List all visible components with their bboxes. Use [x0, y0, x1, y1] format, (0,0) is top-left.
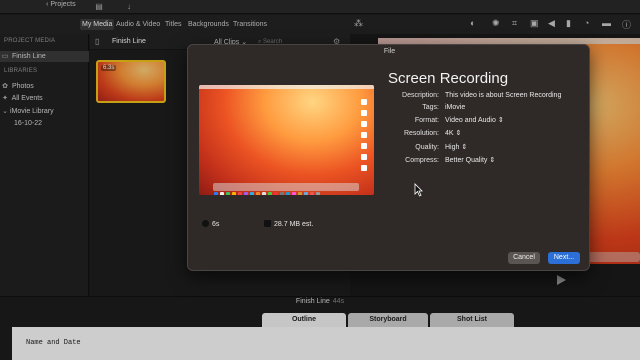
- duration-value: 6s: [212, 221, 220, 228]
- tags-row: Tags: iMovie: [388, 102, 588, 114]
- format-row: Format: Video and Audio ⇕: [388, 115, 588, 127]
- description-field[interactable]: This video is about Screen Recording: [445, 90, 561, 102]
- quality-row: Quality: High ⇕: [388, 142, 588, 154]
- imovie-window: ‹ Projects ▤ ↓ My Media Audio & Video Tit…: [0, 0, 640, 360]
- preview-sidebar-icons: [361, 99, 369, 179]
- preview-menubar: [199, 85, 374, 89]
- export-preview-thumbnail: [199, 85, 374, 195]
- compress-row: Compress: Better Quality ⇕: [388, 155, 588, 167]
- resolution-value: 4K: [445, 130, 454, 137]
- resolution-select[interactable]: 4K ⇕: [445, 128, 461, 140]
- compress-select[interactable]: Better Quality ⇕: [445, 155, 495, 167]
- duration-stat: 6s: [202, 220, 219, 228]
- stepper-chevron-icon: ⇕: [497, 117, 504, 124]
- size-stat: 28.7 MB est.: [264, 220, 313, 228]
- compress-value: Better Quality: [445, 157, 488, 164]
- dialog-heading: Screen Recording: [388, 70, 509, 87]
- compress-label: Compress:: [405, 157, 439, 164]
- description-label: Description:: [402, 92, 439, 99]
- resolution-label: Resolution:: [403, 130, 439, 137]
- resolution-row: Resolution: 4K ⇕: [388, 128, 588, 140]
- file-icon: [264, 220, 271, 227]
- mouse-pointer-icon: [414, 183, 423, 197]
- quality-select[interactable]: High ⇕: [445, 142, 467, 154]
- description-row: Description: This video is about Screen …: [388, 90, 588, 102]
- cancel-button[interactable]: Cancel: [508, 252, 540, 264]
- next-button[interactable]: Next...: [548, 252, 580, 264]
- clock-icon: [202, 220, 209, 227]
- preview-dock: [213, 183, 359, 195]
- export-dialog: File Screen Recording Description: This …: [187, 44, 590, 271]
- tags-label: Tags:: [422, 104, 439, 111]
- quality-label: Quality:: [415, 144, 439, 151]
- stepper-chevron-icon: ⇕: [461, 144, 468, 151]
- format-select[interactable]: Video and Audio ⇕: [445, 115, 504, 127]
- size-value: 28.7 MB est.: [274, 221, 314, 228]
- dialog-title: File: [383, 48, 396, 55]
- format-value: Video and Audio: [445, 117, 496, 124]
- format-label: Format:: [414, 117, 439, 124]
- stepper-chevron-icon: ⇕: [455, 130, 462, 137]
- tags-field[interactable]: iMovie: [445, 102, 465, 114]
- stepper-chevron-icon: ⇕: [489, 157, 496, 164]
- quality-value: High: [445, 144, 460, 151]
